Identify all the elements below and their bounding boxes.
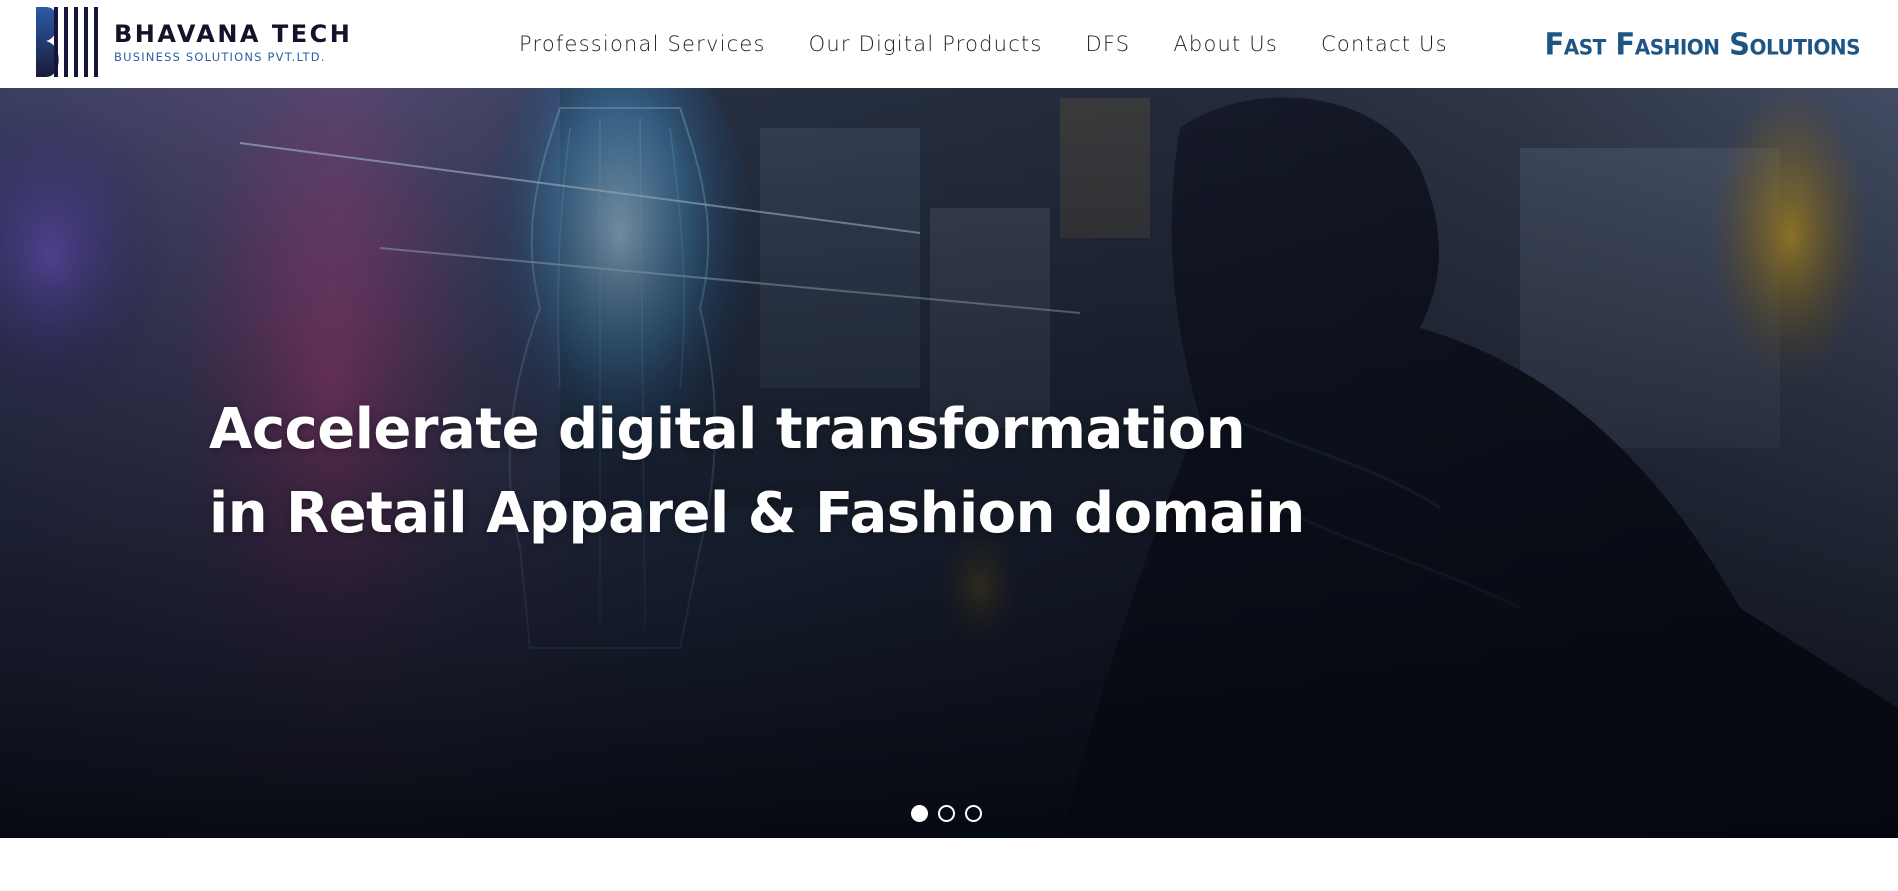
carousel-dot-2[interactable] — [938, 805, 955, 822]
logo-subtitle: BUSINESS SOLUTIONS PVT.LTD. — [114, 50, 326, 64]
nav-dfs[interactable]: DFS — [1086, 32, 1131, 56]
carousel-dot-1[interactable] — [911, 805, 928, 822]
logo-text: BHAVANA TECH BUSINESS SOLUTIONS PVT.LTD. — [114, 20, 352, 64]
site-header: BHAVANA TECH BUSINESS SOLUTIONS PVT.LTD.… — [0, 0, 1898, 88]
main-nav: Professional Services Our Digital Produc… — [519, 0, 1448, 88]
company-logo[interactable]: BHAVANA TECH BUSINESS SOLUTIONS PVT.LTD. — [36, 7, 352, 77]
partner-brand-logo[interactable]: Fast Fashion Solutions — [1544, 24, 1860, 64]
carousel-dot-3[interactable] — [965, 805, 982, 822]
hero-heading-line-2: in Retail Apparel & Fashion domain — [209, 481, 1305, 546]
logo-title: BHAVANA TECH — [114, 20, 353, 48]
nav-digital-products[interactable]: Our Digital Products — [809, 32, 1043, 56]
nav-about-us[interactable]: About Us — [1173, 32, 1278, 56]
nav-professional-services[interactable]: Professional Services — [519, 32, 766, 56]
hero-heading: Accelerate digital transformation in Ret… — [209, 388, 1305, 556]
bhavana-logo-icon — [36, 7, 98, 77]
carousel-indicators — [911, 805, 982, 822]
nav-contact-us[interactable]: Contact Us — [1321, 32, 1448, 56]
hero-banner: Accelerate digital transformation in Ret… — [0, 88, 1898, 838]
hero-heading-line-1: Accelerate digital transformation — [209, 397, 1246, 462]
partner-brand-text: Fast Fashion Solutions — [1544, 26, 1860, 62]
